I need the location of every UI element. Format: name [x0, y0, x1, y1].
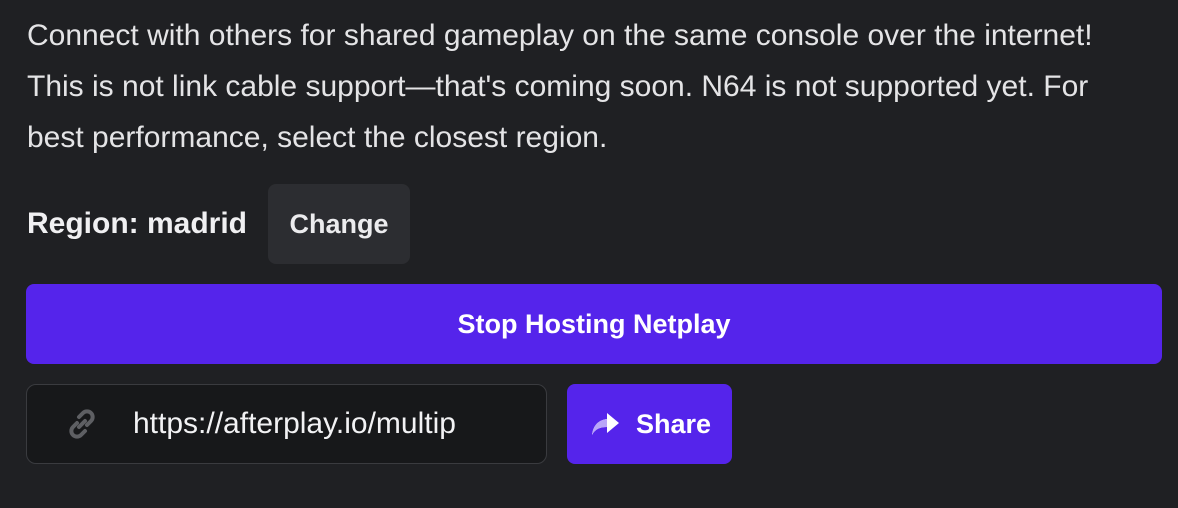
share-link-field[interactable]: https://afterplay.io/multip — [26, 384, 547, 464]
share-label: Share — [635, 408, 712, 439]
region-label: Region: madrid — [27, 207, 248, 240]
link-icon — [61, 403, 103, 445]
share-button[interactable]: Share — [567, 384, 732, 464]
region-row: Region: madrid Change — [27, 184, 411, 264]
share-arrow-icon — [588, 407, 622, 441]
change-region-button[interactable]: Change — [268, 184, 411, 264]
stop-hosting-netplay-button[interactable]: Stop Hosting Netplay — [26, 284, 1162, 364]
netplay-description: Connect with others for shared gameplay … — [27, 19, 1093, 154]
share-link-url[interactable]: https://afterplay.io/multip — [133, 407, 507, 441]
